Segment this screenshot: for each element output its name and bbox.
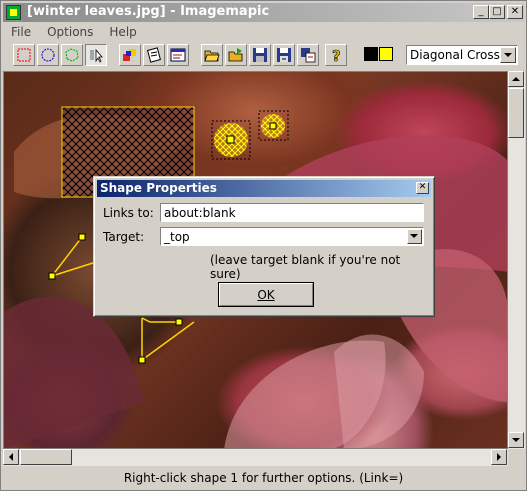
menu-bar: File Options Help xyxy=(3,23,145,41)
help-icon: ? xyxy=(332,47,341,63)
close-button[interactable]: ✕ xyxy=(507,5,523,19)
shapes-icon xyxy=(123,49,136,61)
title-bar[interactable]: [winter leaves.jpg] - Imagemapic _ □ ✕ xyxy=(3,3,524,22)
open-icon xyxy=(204,50,220,62)
vertical-scrollbar[interactable] xyxy=(508,71,525,449)
shape-properties-dialog: Shape Properties ✕ Links to: about:blank… xyxy=(93,176,435,317)
dialog-title-bar[interactable]: Shape Properties ✕ xyxy=(97,180,431,197)
circle-tool-icon xyxy=(41,48,55,62)
primary-color-swatch[interactable] xyxy=(364,47,378,61)
chevron-right-icon xyxy=(497,453,501,461)
target-dropdown-button[interactable] xyxy=(407,229,422,244)
minimize-button[interactable]: _ xyxy=(473,5,489,19)
open-folder-icon xyxy=(228,48,243,62)
chevron-up-icon xyxy=(512,77,520,81)
export-button[interactable] xyxy=(297,44,319,66)
menu-help[interactable]: Help xyxy=(101,23,144,41)
open-folder-button[interactable] xyxy=(225,44,247,66)
target-label: Target: xyxy=(103,230,145,244)
help-button[interactable]: ? xyxy=(325,44,347,66)
app-window: [winter leaves.jpg] - Imagemapic _ □ ✕ F… xyxy=(0,0,527,491)
export-icon xyxy=(301,48,316,63)
chevron-down-icon xyxy=(504,53,512,57)
scroll-right-button[interactable] xyxy=(491,449,507,465)
menu-options[interactable]: Options xyxy=(39,23,101,41)
chevron-down-icon xyxy=(512,438,520,442)
links-to-value: about:blank xyxy=(164,206,236,220)
status-bar: Right-click shape 1 for further options.… xyxy=(3,467,524,489)
chevron-down-icon xyxy=(410,234,418,238)
save-button[interactable] xyxy=(249,44,271,66)
menu-file[interactable]: File xyxy=(3,23,39,41)
dialog-title: Shape Properties xyxy=(100,181,217,195)
app-icon xyxy=(6,5,21,20)
open-button[interactable] xyxy=(201,44,223,66)
scroll-up-button[interactable] xyxy=(508,71,524,87)
scroll-down-button[interactable] xyxy=(508,432,524,448)
maximize-button[interactable]: □ xyxy=(489,5,505,19)
polygon-tool-icon xyxy=(65,48,79,62)
rectangle-tool-button[interactable] xyxy=(13,44,35,66)
pattern-select[interactable]: Diagonal Cross xyxy=(406,45,518,65)
status-text: Right-click shape 1 for further options.… xyxy=(123,471,404,485)
toolbar: ? Diagonal Cross xyxy=(3,42,524,70)
html-icon xyxy=(170,48,186,62)
vertical-scroll-thumb[interactable] xyxy=(508,88,524,138)
target-hint: (leave target blank if you're not sure) xyxy=(210,253,401,281)
pattern-select-arrow[interactable] xyxy=(500,47,516,63)
shapes-button[interactable] xyxy=(119,44,141,66)
links-to-label: Links to: xyxy=(103,206,154,220)
chevron-left-icon xyxy=(9,453,13,461)
pointer-tool-button[interactable] xyxy=(85,44,107,66)
window-title: [winter leaves.jpg] - Imagemapic xyxy=(27,4,270,19)
secondary-color-swatch[interactable] xyxy=(379,47,393,61)
rectangle-tool-icon xyxy=(17,48,31,62)
target-combo[interactable]: _top xyxy=(160,227,424,246)
horizontal-scroll-thumb[interactable] xyxy=(20,449,72,465)
ok-button[interactable]: OK xyxy=(218,282,314,307)
svg-text:?: ? xyxy=(332,47,341,63)
scroll-left-button[interactable] xyxy=(3,449,19,465)
horizontal-scrollbar[interactable] xyxy=(3,449,508,466)
properties-icon xyxy=(147,47,161,63)
polygon-tool-button[interactable] xyxy=(61,44,83,66)
pointer-tool-icon xyxy=(90,48,103,63)
save-as-button[interactable] xyxy=(273,44,295,66)
ok-button-label: OK xyxy=(257,288,275,302)
html-button[interactable] xyxy=(167,44,189,66)
dialog-close-button[interactable]: ✕ xyxy=(416,182,429,194)
links-to-input[interactable]: about:blank xyxy=(160,203,424,222)
save-icon xyxy=(253,48,267,62)
save-as-icon xyxy=(277,48,291,62)
target-value: _top xyxy=(164,230,190,244)
properties-button[interactable] xyxy=(143,44,165,66)
pattern-select-value: Diagonal Cross xyxy=(410,48,500,62)
circle-tool-button[interactable] xyxy=(37,44,59,66)
